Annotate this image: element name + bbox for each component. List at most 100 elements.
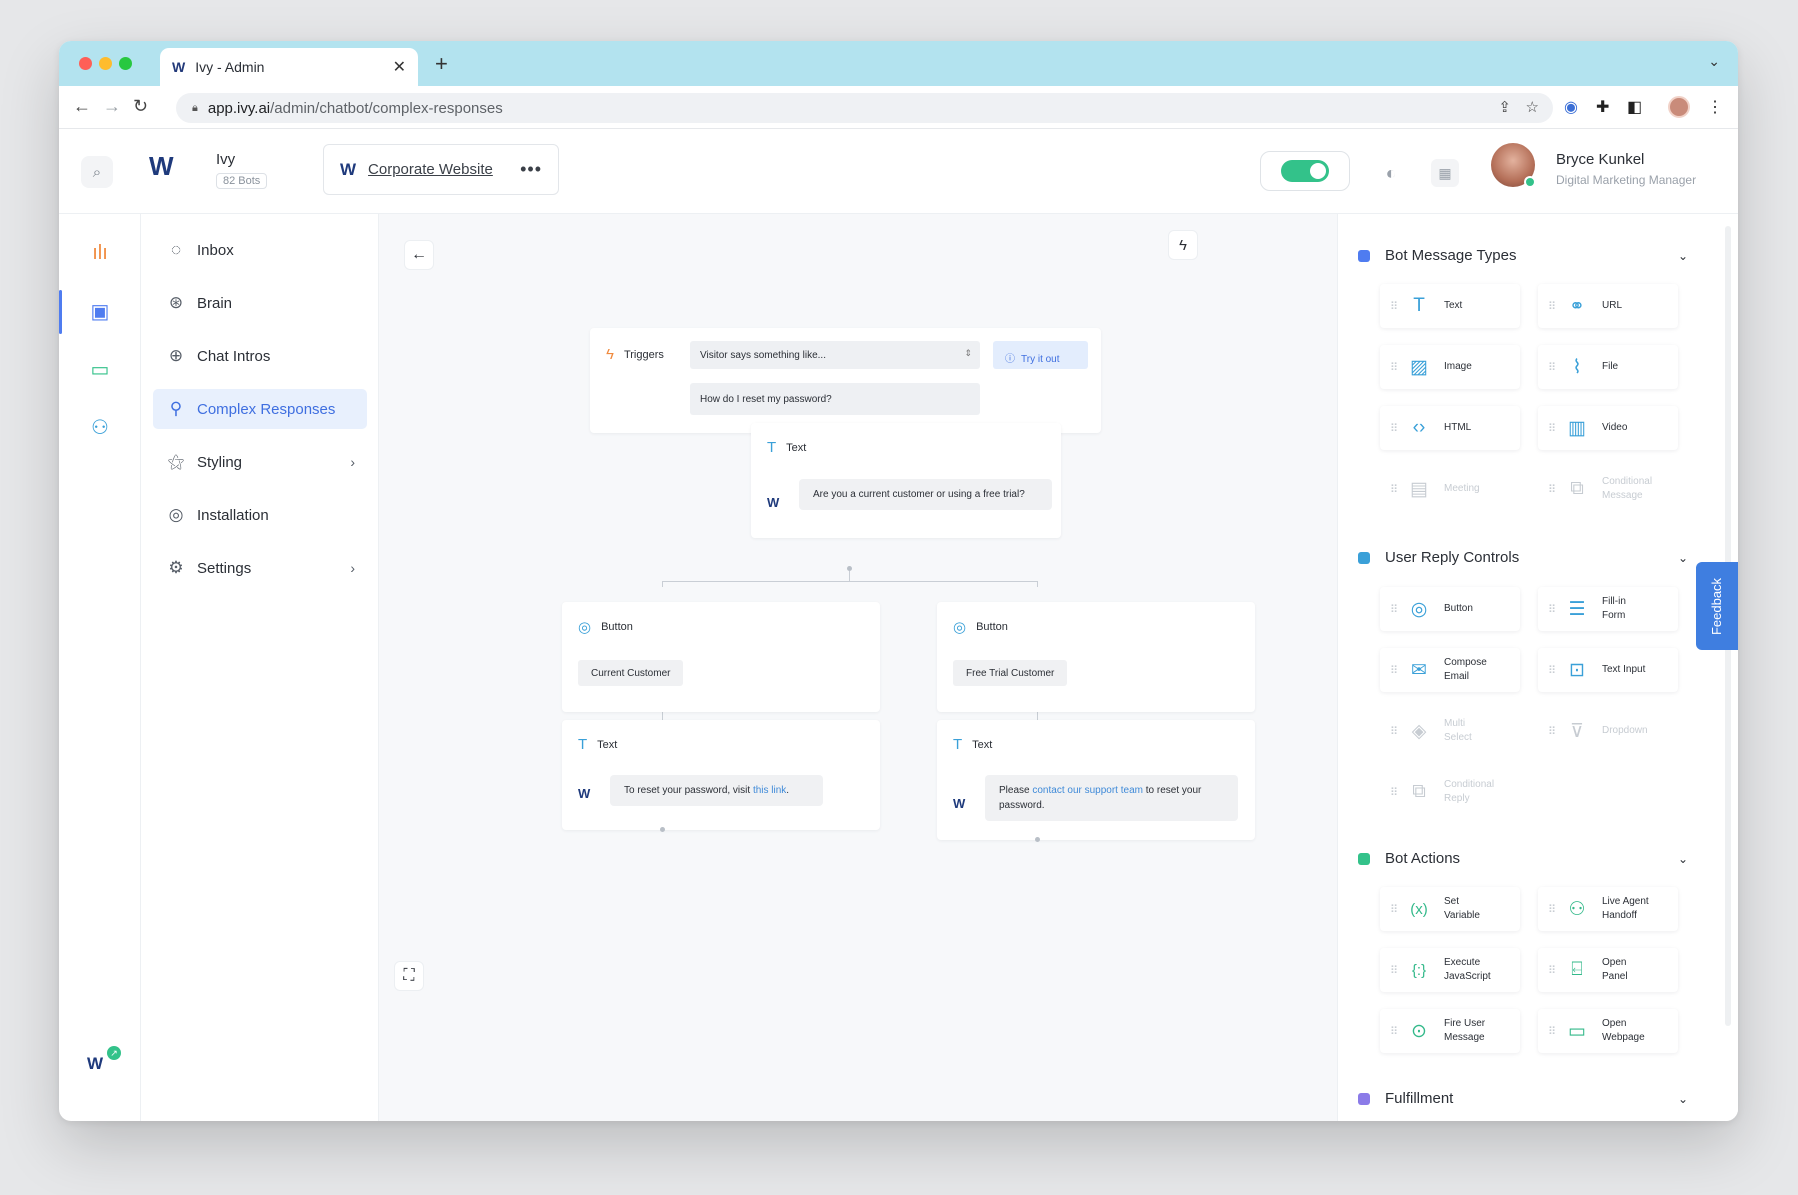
tile-open-webpage[interactable]: ⠿ ▭ Open Webpage (1538, 1009, 1678, 1053)
tile-fire-user-message[interactable]: ⠿ ⊙ Fire User Message (1380, 1009, 1520, 1053)
drag-handle-icon[interactable]: ⠿ (1390, 1025, 1402, 1038)
drag-handle-icon[interactable]: ⠿ (1548, 1025, 1560, 1038)
search-icon[interactable]: ⌕ (81, 156, 113, 188)
share-icon[interactable]: ⇪ (1498, 98, 1511, 116)
user-avatar[interactable] (1491, 143, 1536, 188)
apps-grid-icon[interactable]: ▦ (1431, 159, 1459, 187)
message-link[interactable]: contact our support team (1032, 785, 1143, 796)
bot-active-toggle[interactable] (1260, 151, 1350, 191)
tile-image[interactable]: ⠿ ▨ Image (1380, 345, 1520, 389)
trigger-phrase-input[interactable]: How do I reset my password? (690, 383, 980, 415)
nav-item-styling[interactable]: ⚝ Styling › (153, 442, 367, 482)
message-link[interactable]: this link (753, 785, 786, 796)
tile-fill-in-form[interactable]: ⠿ ☰ Fill-in Form (1538, 587, 1678, 631)
button-node-left[interactable]: ◎ Button Current Customer (562, 602, 880, 712)
tile-set-variable[interactable]: ⠿ (x) Set Variable (1380, 887, 1520, 931)
try-it-out-button[interactable]: ⓘ Try it out (993, 341, 1088, 369)
drag-handle-icon[interactable]: ⠿ (1548, 300, 1560, 313)
address-bar[interactable]: 🔒︎ app.ivy.ai/admin/chatbot/complex-resp… (176, 93, 1553, 123)
password-extension-icon[interactable]: ◉ (1564, 97, 1578, 117)
browser-menu-icon[interactable]: ⋮ (1707, 97, 1723, 117)
maximize-window-button[interactable] (119, 57, 132, 70)
more-options-icon[interactable]: ••• (520, 159, 542, 180)
lightning-icon[interactable]: ϟ (1168, 230, 1198, 260)
drag-handle-icon[interactable]: ⠿ (1390, 903, 1402, 916)
drag-handle-icon[interactable]: ⠿ (1548, 603, 1560, 616)
section-bot-message-types[interactable]: Bot Message Types ⌄ (1358, 247, 1688, 264)
nav-item-complex-responses[interactable]: ⚲ Complex Responses (153, 389, 367, 429)
tile-execute-javascript[interactable]: ⠿ {:} Execute JavaScript (1380, 948, 1520, 992)
section-user-reply-controls[interactable]: User Reply Controls ⌄ (1358, 549, 1688, 566)
minimize-window-button[interactable] (99, 57, 112, 70)
close-window-button[interactable] (79, 57, 92, 70)
messages-icon[interactable]: ▭ (85, 354, 115, 384)
flow-canvas[interactable]: ← ϟ ⛶ ϟ Triggers Visitor says something … (379, 214, 1337, 1121)
browser-profile-avatar[interactable] (1668, 96, 1690, 118)
tile-text-input[interactable]: ⠿ ⊡ Text Input (1538, 648, 1678, 692)
tile-video[interactable]: ⠿ ▥ Video (1538, 406, 1678, 450)
tile-html[interactable]: ⠿ ‹› HTML (1380, 406, 1520, 450)
drag-handle-icon[interactable]: ⠿ (1390, 361, 1402, 374)
tile-file[interactable]: ⠿ ⌇ File (1538, 345, 1678, 389)
trigger-type-select[interactable]: Visitor says something like... ⇕ (690, 341, 980, 369)
drag-handle-icon[interactable]: ⠿ (1390, 664, 1402, 677)
chevron-down-icon[interactable]: ⌄ (1678, 1092, 1688, 1106)
nav-item-inbox[interactable]: ◌ Inbox (153, 230, 367, 270)
nav-item-brain[interactable]: ⊛ Brain (153, 283, 367, 323)
users-icon[interactable]: ⚇ (85, 412, 115, 442)
tile-url[interactable]: ⠿ ⚭ URL (1538, 284, 1678, 328)
reload-button[interactable]: ↻ (133, 96, 148, 117)
back-arrow-icon[interactable]: ← (404, 240, 434, 270)
tile-open-panel[interactable]: ⠿ ⍇ Open Panel (1538, 948, 1678, 992)
bot-message-bubble[interactable]: Please contact our support team to reset… (985, 775, 1238, 821)
site-name-link[interactable]: Corporate Website (368, 161, 520, 178)
drag-handle-icon[interactable]: ⠿ (1390, 603, 1402, 616)
text-node-right[interactable]: T Text W Please contact our support team… (937, 720, 1255, 840)
new-tab-button[interactable]: + (435, 51, 448, 77)
close-tab-icon[interactable]: ✕ (393, 57, 406, 77)
button-node-right[interactable]: ◎ Button Free Trial Customer (937, 602, 1255, 712)
drag-handle-icon[interactable]: ⠿ (1390, 964, 1402, 977)
text-node-left[interactable]: T Text W To reset your password, visit t… (562, 720, 880, 830)
ivy-rail-logo[interactable]: W (87, 1054, 103, 1074)
chevron-down-icon[interactable]: ⌄ (1678, 852, 1688, 866)
section-bot-actions[interactable]: Bot Actions ⌄ (1358, 850, 1688, 867)
drag-handle-icon[interactable]: ⠿ (1548, 361, 1560, 374)
nav-item-settings[interactable]: ⚙ Settings › (153, 548, 367, 588)
fullscreen-icon[interactable]: ⛶ (394, 961, 424, 991)
drag-handle-icon[interactable]: ⠿ (1390, 422, 1402, 435)
bot-message-bubble[interactable]: To reset your password, visit this link. (610, 775, 823, 806)
analytics-bars-icon[interactable]: ılı (85, 238, 115, 268)
tile-text[interactable]: ⠿ T Text (1380, 284, 1520, 328)
drag-handle-icon[interactable]: ⠿ (1548, 964, 1560, 977)
tile-live-agent-handoff[interactable]: ⠿ ⚇ Live Agent Handoff (1538, 887, 1678, 931)
section-fulfillment[interactable]: Fulfillment ⌄ (1358, 1090, 1688, 1107)
tab-list-chevron-icon[interactable]: ⌄ (1708, 53, 1720, 70)
bot-message-bubble[interactable]: Are you a current customer or using a fr… (799, 479, 1052, 510)
tile-button[interactable]: ⠿ ◎ Button (1380, 587, 1520, 631)
extensions-puzzle-icon[interactable]: ✚ (1596, 97, 1609, 117)
tile-dropdown: ⠿ ⊽ Dropdown (1538, 709, 1678, 753)
nav-item-installation[interactable]: ◎ Installation (153, 495, 367, 535)
theme-contrast-icon[interactable]: ◐ (1377, 159, 1405, 187)
bookmark-star-icon[interactable]: ☆ (1526, 98, 1539, 116)
chatbot-icon[interactable]: ▣ (85, 296, 115, 326)
drag-handle-icon[interactable]: ⠿ (1390, 300, 1402, 313)
drag-handle-icon[interactable]: ⠿ (1548, 664, 1560, 677)
trigger-node[interactable]: ϟ Triggers Visitor says something like..… (590, 328, 1101, 433)
reply-button-chip[interactable]: Free Trial Customer (953, 660, 1068, 686)
chevron-down-icon[interactable]: ⌄ (1678, 551, 1688, 565)
chevron-down-icon[interactable]: ⌄ (1678, 249, 1688, 263)
browser-tab[interactable]: W Ivy - Admin ✕ (160, 48, 418, 86)
forward-button[interactable]: → (103, 96, 121, 117)
drag-handle-icon[interactable]: ⠿ (1548, 903, 1560, 916)
side-panel-icon[interactable]: ◧ (1627, 97, 1642, 117)
back-button[interactable]: ← (73, 96, 91, 117)
text-node[interactable]: T Text W Are you a current customer or u… (751, 423, 1061, 538)
feedback-tab[interactable]: Feedback (1696, 562, 1738, 650)
drag-handle-icon[interactable]: ⠿ (1548, 422, 1560, 435)
tile-compose-email[interactable]: ⠿ ✉ Compose Email (1380, 648, 1520, 692)
nav-item-chat-intros[interactable]: ⊕ Chat Intros (153, 336, 367, 376)
site-selector[interactable]: W Corporate Website ••• (323, 144, 559, 195)
reply-button-chip[interactable]: Current Customer (578, 660, 684, 686)
